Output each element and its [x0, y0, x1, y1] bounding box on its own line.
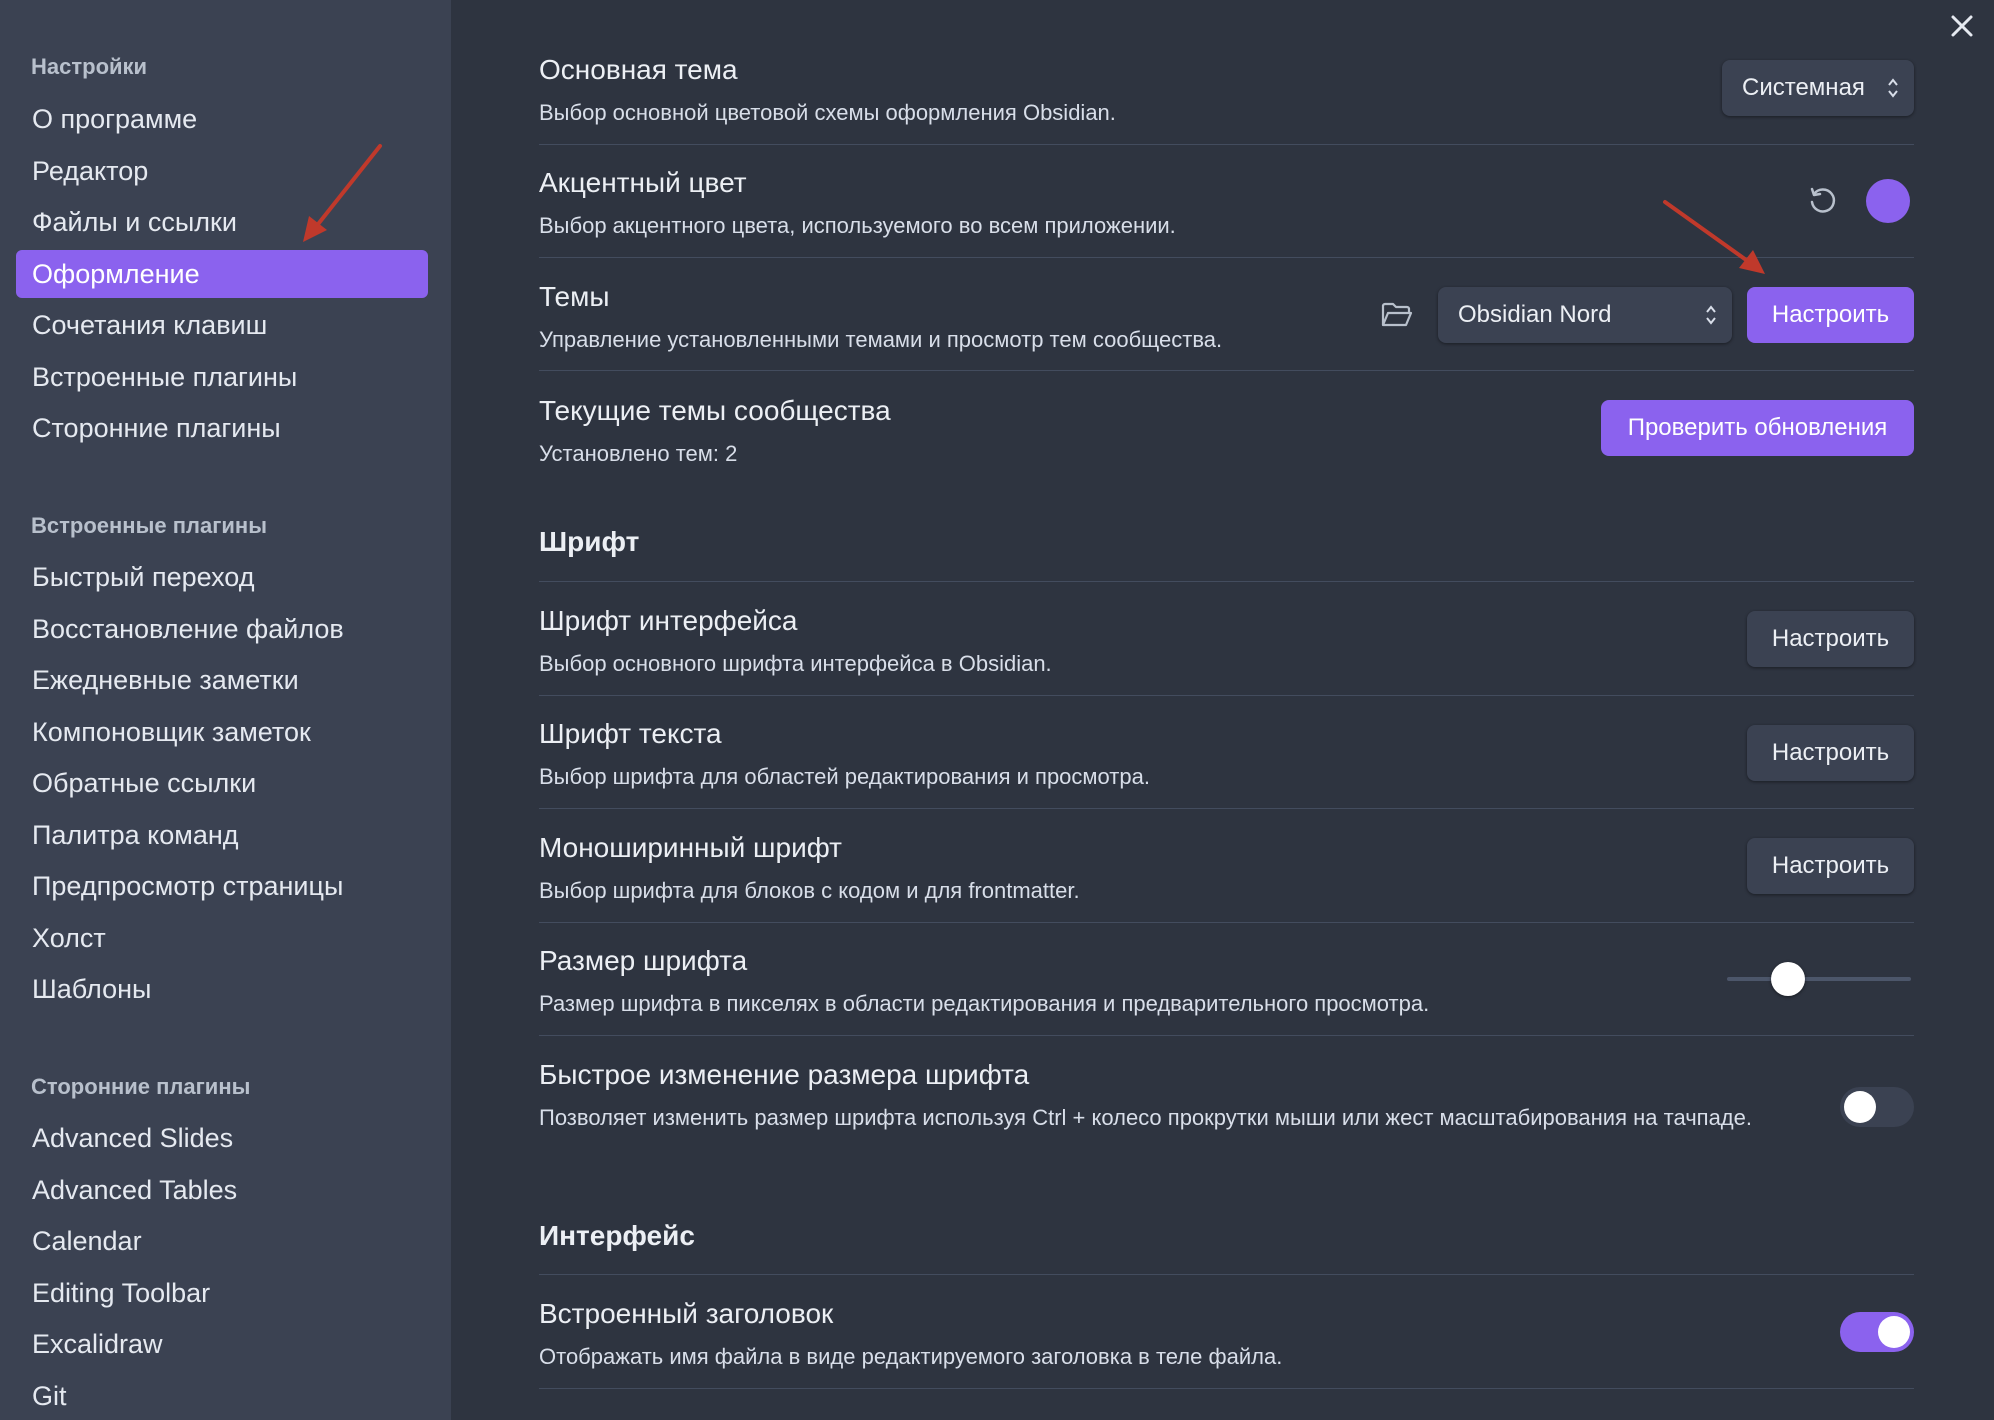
theme-select-value: Obsidian Nord [1458, 301, 1612, 328]
setting-description: Позволяет изменить размер шрифта использ… [539, 1105, 1752, 1130]
font-size-slider-thumb[interactable] [1770, 962, 1805, 996]
setting-description: Выбор основного шрифта интерфейса в Obsi… [539, 651, 1052, 676]
divider [539, 370, 1914, 371]
inline-title-toggle[interactable] [1840, 1312, 1914, 1352]
open-themes-folder-button[interactable] [1377, 295, 1417, 335]
sidebar-item-quick-switcher[interactable]: Быстрый переход [16, 553, 428, 601]
chevron-updown-icon [1888, 78, 1898, 98]
setting-description: Отображать имя файла в виде редактируемо… [539, 1344, 1283, 1369]
sidebar-item-editing-toolbar[interactable]: Editing Toolbar [16, 1269, 428, 1317]
sidebar-item-editor[interactable]: Редактор [16, 147, 428, 195]
sidebar-item-command-palette[interactable]: Палитра команд [16, 811, 428, 859]
divider [539, 257, 1914, 258]
rotate-ccw-icon [1810, 187, 1836, 213]
interface-font-button[interactable]: Настроить [1747, 611, 1914, 667]
divider [539, 1274, 1914, 1275]
divider [539, 808, 1914, 809]
theme-select[interactable]: Obsidian Nord [1438, 287, 1732, 343]
section-heading-interface: Интерфейс [539, 1220, 695, 1251]
setting-description: Выбор акцентного цвета, используемого во… [539, 213, 1176, 238]
setting-description: Выбор основной цветовой схемы оформления… [539, 100, 1116, 125]
base-theme-value: Системная [1742, 74, 1865, 101]
close-icon [1951, 15, 1973, 37]
sidebar-group-community-plugins: Сторонние плагины [31, 1074, 251, 1099]
sidebar-group-settings: Настройки [31, 54, 148, 79]
divider [539, 922, 1914, 923]
chevron-updown-icon [1706, 305, 1716, 325]
setting-title: Акцентный цвет [539, 167, 747, 198]
base-theme-select[interactable]: Системная [1722, 60, 1914, 116]
setting-accent-color: Акцентный цвет Выбор акцентного цвета, и… [539, 167, 1994, 240]
divider [539, 581, 1914, 582]
toggle-knob [1878, 1316, 1910, 1348]
sidebar-item-daily-notes[interactable]: Ежедневные заметки [16, 656, 428, 704]
setting-title: Быстрое изменение размера шрифта [539, 1059, 1030, 1090]
folder-open-icon [1381, 302, 1413, 327]
sidebar-item-templates[interactable]: Шаблоны [16, 965, 428, 1013]
sidebar-item-excalidraw[interactable]: Excalidraw [16, 1320, 428, 1368]
divider [539, 1388, 1914, 1389]
reset-accent-button[interactable] [1803, 181, 1843, 221]
font-size-slider-track[interactable] [1727, 977, 1911, 981]
sidebar-group-core-plugins: Встроенные плагины [31, 513, 267, 538]
setting-description: Выбор шрифта для областей редактирования… [539, 764, 1150, 789]
sidebar-item-files-links[interactable]: Файлы и ссылки [16, 198, 428, 246]
settings-content: Основная тема Выбор основной цветовой сх… [451, 0, 1994, 1420]
setting-quick-font-size: Быстрое изменение размера шрифта Позволя… [539, 1059, 1994, 1132]
sidebar-item-appearance[interactable]: Оформление [16, 250, 428, 298]
sidebar-item-canvas[interactable]: Холст [16, 914, 428, 962]
check-updates-button[interactable]: Проверить обновления [1601, 400, 1914, 456]
accent-color-swatch[interactable] [1866, 179, 1910, 223]
close-button[interactable] [1944, 8, 1980, 44]
divider [539, 695, 1914, 696]
sidebar-item-calendar[interactable]: Calendar [16, 1217, 428, 1265]
setting-description: Выбор шрифта для блоков с кодом и для fr… [539, 878, 1080, 903]
settings-sidebar: Настройки О программе Редактор Файлы и с… [0, 0, 451, 1420]
quick-font-size-toggle[interactable] [1840, 1087, 1914, 1127]
section-heading-font: Шрифт [539, 526, 640, 557]
sidebar-item-git[interactable]: Git [16, 1372, 428, 1420]
text-font-button[interactable]: Настроить [1747, 725, 1914, 781]
sidebar-item-page-preview[interactable]: Предпросмотр страницы [16, 862, 428, 910]
manage-themes-button[interactable]: Настроить [1747, 287, 1914, 343]
sidebar-item-core-plugins[interactable]: Встроенные плагины [16, 353, 428, 401]
sidebar-item-backlinks[interactable]: Обратные ссылки [16, 759, 428, 807]
toggle-knob [1844, 1091, 1876, 1123]
setting-title: Встроенный заголовок [539, 1298, 834, 1329]
monospace-font-button[interactable]: Настроить [1747, 838, 1914, 894]
sidebar-item-community-plugins[interactable]: Сторонние плагины [16, 404, 428, 452]
setting-inline-title: Встроенный заголовок Отображать имя файл… [539, 1298, 1994, 1371]
sidebar-item-note-composer[interactable]: Компоновщик заметок [16, 708, 428, 756]
sidebar-item-about[interactable]: О программе [16, 95, 428, 143]
sidebar-item-advanced-slides[interactable]: Advanced Slides [16, 1114, 428, 1162]
divider [539, 1035, 1914, 1036]
sidebar-item-hotkeys[interactable]: Сочетания клавиш [16, 301, 428, 349]
sidebar-item-file-recovery[interactable]: Восстановление файлов [16, 605, 428, 653]
sidebar-item-advanced-tables[interactable]: Advanced Tables [16, 1166, 428, 1214]
setting-description: Размер шрифта в пикселях в области редак… [539, 991, 1430, 1016]
divider [539, 144, 1914, 145]
